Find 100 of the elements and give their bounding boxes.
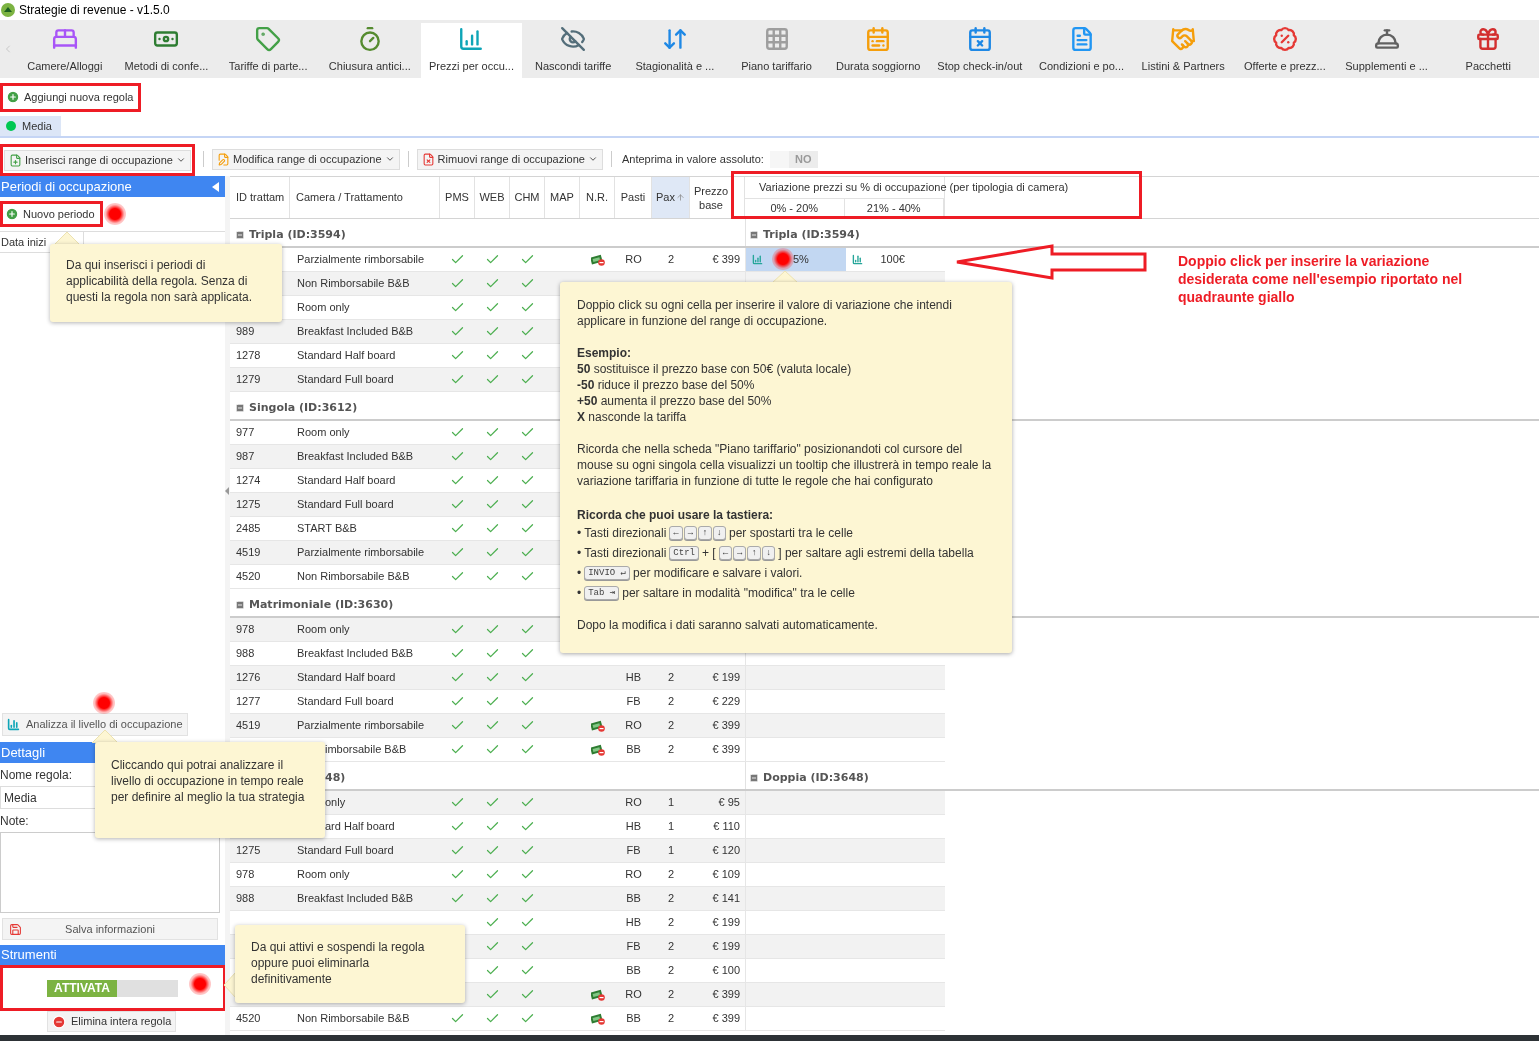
ribbon-tab[interactable]: Prezzi per occu... xyxy=(420,23,523,78)
table-cell-text: 2 xyxy=(667,718,675,734)
delete-rule-button[interactable]: Elimina intera regola xyxy=(47,1011,177,1032)
variation-cell[interactable]: 5% xyxy=(746,248,846,271)
panel-title: Dettagli xyxy=(1,743,46,762)
panel-title: Strumenti xyxy=(1,946,57,965)
ribbon-tab[interactable]: Camere/Alloggi xyxy=(13,20,116,78)
table-cell-text: 1 xyxy=(667,819,675,835)
ribbon-tab[interactable]: Tariffe di parte... xyxy=(217,20,319,78)
ribbon-tab[interactable]: Offerte e prezz... xyxy=(1234,20,1336,78)
caret-icon xyxy=(384,154,395,164)
column-header[interactable]: N.R. xyxy=(580,177,615,218)
table-cell-text: Standard Full board xyxy=(297,372,394,388)
table-cell-text: Room only xyxy=(297,622,350,638)
collapse-icon[interactable] xyxy=(749,772,759,783)
table-cell-text: 2 xyxy=(667,963,675,979)
table-cell-text: 2 xyxy=(667,891,675,907)
table-cell-text: 2 xyxy=(667,694,675,710)
sort-up-icon xyxy=(676,193,685,202)
table-cell-text: BB xyxy=(626,891,641,907)
range-menu-button[interactable]: Rimuovi range di occupazione xyxy=(416,148,603,170)
splitter-arrow-icon[interactable] xyxy=(225,486,229,495)
save-button[interactable]: Salva informazioni xyxy=(2,918,218,940)
click-marker xyxy=(189,973,211,995)
example-line: 50 sostituisce il prezzo base con 50€ (valuta locale) xyxy=(577,361,853,377)
example-line: X nasconde la tariffa xyxy=(577,409,688,425)
ribbon-tab[interactable]: Nascondi tariffe xyxy=(522,20,624,78)
click-marker xyxy=(93,692,115,714)
column-header[interactable]: Pax xyxy=(652,177,690,218)
ribbon-tab[interactable]: Stagionalità e ... xyxy=(624,20,726,78)
table-cell-text: Non Rimborsabile B&B xyxy=(297,276,410,292)
column-header[interactable]: WEB xyxy=(475,177,510,218)
table-cell-text: 4520 xyxy=(236,569,261,585)
preview-label: Anteprima in valore assoluto: xyxy=(621,151,764,167)
collapse-icon[interactable] xyxy=(235,229,245,240)
range-menu-button[interactable]: Modifica range di occupazione xyxy=(212,148,400,170)
add-icon xyxy=(6,90,20,104)
table-cell-text: BB xyxy=(626,1011,641,1027)
table-cell-text: BB xyxy=(626,963,641,979)
group-title: Matrimoniale (ID:3630) xyxy=(249,596,394,613)
collapse-icon[interactable] xyxy=(749,229,759,240)
keyboard-hint-text: • Tasti direzionali xyxy=(577,525,667,541)
ribbon-tab[interactable]: Chiusura antici... xyxy=(319,20,421,78)
table-cell-text: 1276 xyxy=(236,670,261,686)
ribbon-tab[interactable]: Condizioni e po... xyxy=(1030,20,1133,78)
column-header[interactable]: 21% - 40% xyxy=(844,199,944,218)
table-cell-text: € 120 xyxy=(712,843,740,859)
table-cell-text: € 229 xyxy=(712,694,740,710)
field-label: Nome regola: xyxy=(0,766,73,784)
percent-badge-icon xyxy=(1271,25,1298,52)
collapse-arrow-icon[interactable] xyxy=(212,181,219,192)
rule-tab-label: Media xyxy=(22,118,52,134)
table-cell-text: Non Rimborsabile B&B xyxy=(297,569,410,585)
gift-box-icon xyxy=(1475,25,1502,52)
ribbon-tab[interactable]: Piano tariffario xyxy=(725,20,828,78)
scrollbar[interactable] xyxy=(0,1035,1539,1041)
table-cell-text: Standard Half board xyxy=(297,670,396,686)
column-header[interactable]: Prezzo base xyxy=(690,177,745,218)
ribbon-tab[interactable]: Pacchetti xyxy=(1437,20,1539,78)
new-period-button[interactable]: Nuovo periodo xyxy=(5,205,95,223)
table-cell-text: € 199 xyxy=(712,939,740,955)
table-cell-text: Non Rimborsabile B&B xyxy=(297,1011,410,1027)
ribbon-tab[interactable]: Supplementi e ... xyxy=(1335,20,1438,78)
table-cell-text: FB xyxy=(626,843,641,859)
table-cell-text: 2 xyxy=(667,742,675,758)
table-cell-text: Room only xyxy=(297,867,350,883)
table-cell-text: 1 xyxy=(667,843,675,859)
ribbon-tab[interactable]: Listini & Partners xyxy=(1132,20,1235,78)
add-document-icon xyxy=(9,153,22,167)
range-menu-button[interactable]: Inserisci range di occupazione xyxy=(4,149,191,171)
collapse-icon[interactable] xyxy=(235,402,245,413)
key-cap: → xyxy=(683,526,698,540)
table-cell-text: RO xyxy=(625,795,642,811)
table-cell-text: Parzialmente rimborsabile xyxy=(297,545,425,561)
table-cell-text: START B&B xyxy=(297,521,357,537)
group-title: 48) xyxy=(325,769,346,786)
table-cell-text: 988 xyxy=(236,646,255,662)
table-cell-text: Standard Full board xyxy=(297,694,394,710)
column-header[interactable]: 0% - 20% xyxy=(745,199,845,218)
column-header[interactable]: MAP xyxy=(545,177,580,218)
table-cell-text: 2 xyxy=(667,867,675,883)
ribbon-tab[interactable]: Durata soggiorno xyxy=(827,20,929,78)
table-cell-text: 2 xyxy=(667,915,675,931)
column-header[interactable]: CHM xyxy=(510,177,545,218)
ribbon-tab[interactable]: Stop check-in/out xyxy=(929,20,1031,78)
add-rule-button[interactable]: Aggiungi nuova regola xyxy=(5,86,135,108)
table-cell-text: RO xyxy=(625,718,642,734)
group-title: Singola (ID:3612) xyxy=(249,399,358,416)
column-header[interactable]: PMS xyxy=(440,177,475,218)
rule-tab[interactable]: Media xyxy=(0,116,61,136)
column-header[interactable]: ID trattam xyxy=(230,177,290,218)
collapse-icon[interactable] xyxy=(235,599,245,610)
column-header[interactable]: Camera / Trattamento xyxy=(290,177,440,218)
ribbon-tab[interactable]: Metodi di confe... xyxy=(115,20,218,78)
caret-icon xyxy=(587,154,598,164)
table-cell-text: 2 xyxy=(667,1011,675,1027)
analyze-occupancy-button[interactable]: Analizza il livello di occupazione xyxy=(2,713,188,736)
variation-cell[interactable]: 100€ xyxy=(845,248,945,271)
click-marker xyxy=(104,203,126,225)
table-cell-text: € 100 xyxy=(712,963,740,979)
